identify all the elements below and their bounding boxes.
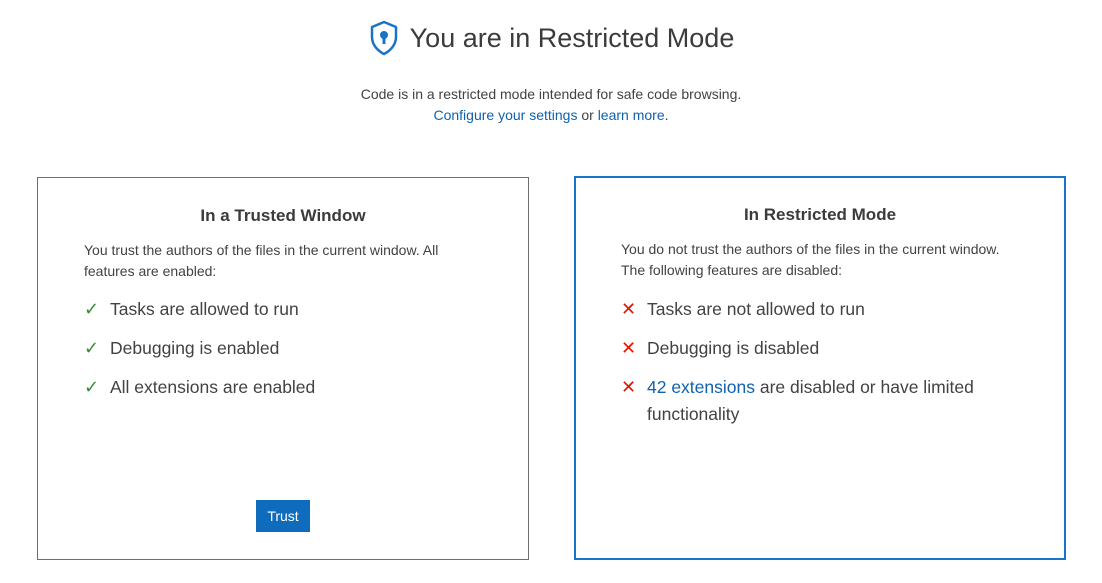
- close-icon: ✕: [621, 377, 637, 397]
- feature-label: 42 extensions are disabled or have limit…: [647, 374, 1007, 428]
- period-text: .: [664, 107, 669, 123]
- feature-label: Debugging is enabled: [110, 338, 280, 358]
- check-icon: ✓: [84, 377, 100, 397]
- learn-more-link[interactable]: learn more: [598, 107, 665, 123]
- trust-button[interactable]: Trust: [256, 500, 310, 532]
- close-icon: ✕: [621, 299, 637, 319]
- close-icon: ✕: [621, 338, 637, 358]
- header-title-row: You are in Restricted Mode: [0, 20, 1102, 56]
- feature-label: Tasks are allowed to run: [110, 299, 299, 319]
- restricted-card-description: You do not trust the authors of the file…: [621, 241, 1000, 278]
- page-title: You are in Restricted Mode: [409, 22, 735, 53]
- extensions-rest-text-2: functionality: [647, 404, 740, 424]
- shield-lock-icon: [370, 20, 397, 56]
- header-subtitle: Code is in a restricted mode intended fo…: [0, 84, 1102, 126]
- feature-label: Tasks are not allowed to run: [647, 299, 865, 319]
- trusted-card-description: You trust the authors of the files in th…: [84, 242, 439, 279]
- feature-label: All extensions are enabled: [110, 377, 316, 397]
- trusted-window-card: In a Trusted Window You trust the author…: [37, 177, 529, 560]
- subtitle-text: Code is in a restricted mode intended fo…: [360, 86, 742, 102]
- restricted-card-title: In Restricted Mode: [743, 205, 897, 224]
- feature-label: Debugging is disabled: [647, 338, 820, 358]
- restricted-mode-card: In Restricted Mode You do not trust the …: [574, 176, 1066, 560]
- check-icon: ✓: [84, 338, 100, 358]
- trusted-card-title: In a Trusted Window: [200, 206, 366, 225]
- check-icon: ✓: [84, 299, 100, 319]
- extensions-rest-text: are disabled or have limited: [755, 377, 974, 397]
- or-text: or: [577, 107, 598, 123]
- subtitle-links: Configure your settings or learn more.: [0, 105, 1102, 126]
- extensions-link[interactable]: 42 extensions: [647, 377, 755, 397]
- configure-settings-link[interactable]: Configure your settings: [433, 107, 577, 123]
